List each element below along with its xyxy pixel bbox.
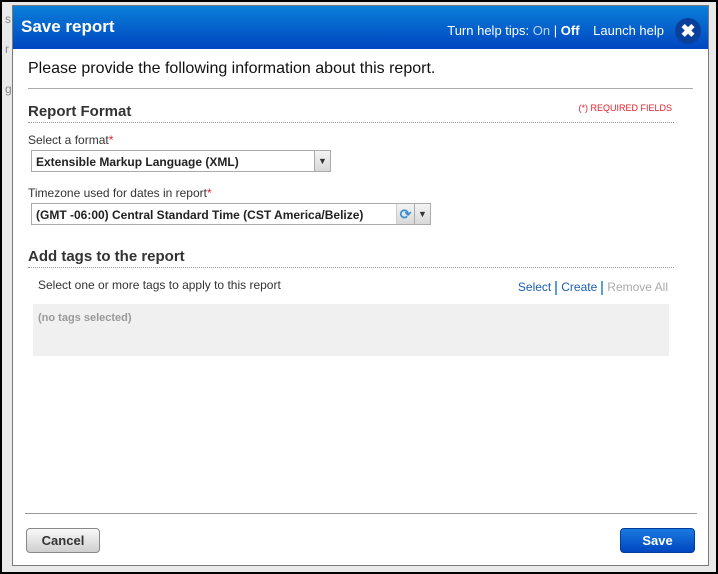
help-tips-separator: | — [553, 23, 558, 38]
tags-description: Select one or more tags to apply to this… — [38, 278, 281, 292]
refresh-icon[interactable]: ⟳ — [396, 204, 414, 224]
footer-divider — [25, 513, 697, 514]
format-select-value: Extensible Markup Language (XML) — [36, 155, 239, 169]
save-report-dialog: Save report Turn help tips: On | Off Lau… — [12, 5, 709, 566]
timezone-label: Timezone used for dates in report* — [28, 186, 212, 200]
divider — [28, 88, 693, 89]
chevron-down-icon[interactable]: ▼ — [314, 151, 330, 171]
close-icon[interactable]: ✖ — [675, 18, 701, 44]
report-format-heading: Report Format — [28, 103, 674, 123]
help-tips-on[interactable]: On — [533, 23, 550, 38]
save-button[interactable]: Save — [620, 528, 695, 553]
timezone-select-value: (GMT -06:00) Central Standard Time (CST … — [36, 208, 364, 222]
separator — [555, 280, 558, 295]
separator — [601, 280, 604, 295]
add-tags-heading: Add tags to the report — [28, 248, 674, 268]
help-controls: Turn help tips: On | Off Launch help — [447, 23, 664, 38]
create-tag-link[interactable]: Create — [561, 280, 597, 294]
format-label: Select a format* — [28, 133, 114, 147]
launch-help-link[interactable]: Launch help — [593, 23, 664, 38]
dialog-header: Save report Turn help tips: On | Off Lau… — [13, 6, 708, 49]
selected-tags-box: (no tags selected) — [33, 304, 669, 356]
format-select[interactable]: Extensible Markup Language (XML) ▼ — [31, 150, 331, 172]
cancel-button[interactable]: Cancel — [26, 528, 100, 553]
required-fields-note: (*) REQUIRED FIELDS — [578, 103, 672, 113]
tag-actions: Select Create Remove All — [518, 280, 668, 295]
no-tags-text: (no tags selected) — [38, 312, 132, 324]
select-tags-link[interactable]: Select — [518, 280, 551, 294]
chevron-down-icon[interactable]: ▼ — [414, 204, 430, 224]
dialog-title: Save report — [21, 17, 115, 36]
timezone-select[interactable]: (GMT -06:00) Central Standard Time (CST … — [31, 203, 431, 225]
intro-text: Please provide the following information… — [28, 60, 436, 77]
help-tips-label: Turn help tips: — [447, 23, 530, 38]
help-tips-off[interactable]: Off — [561, 23, 580, 38]
remove-all-tags-link: Remove All — [607, 280, 668, 294]
